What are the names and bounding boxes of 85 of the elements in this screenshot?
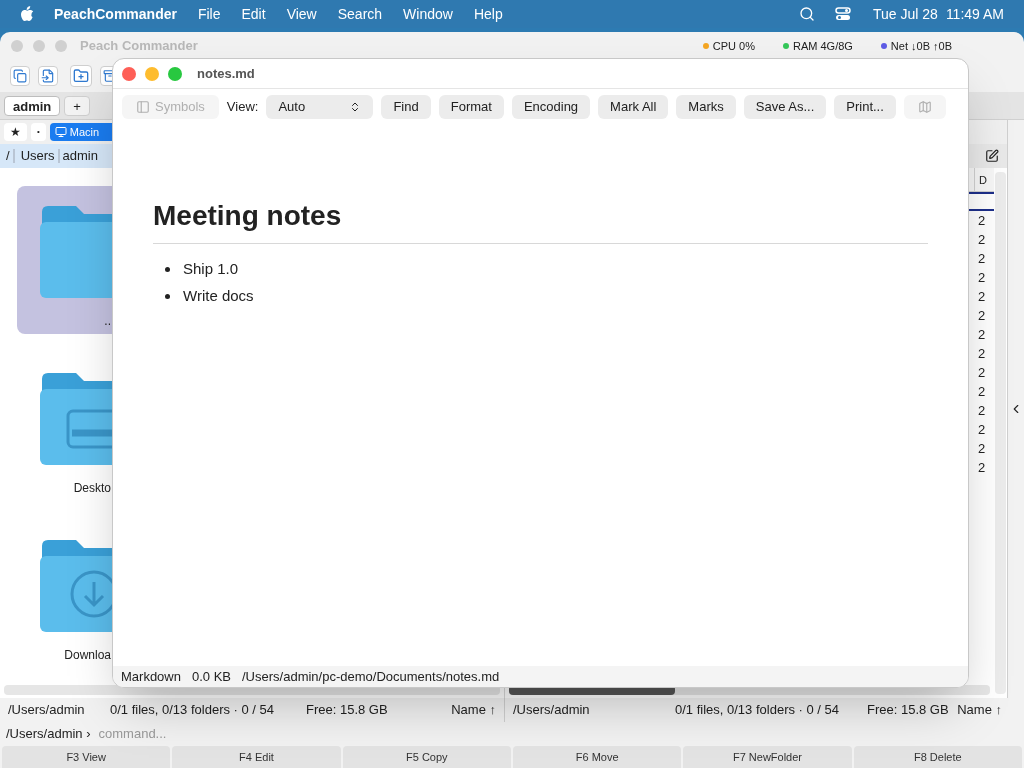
control-center-icon[interactable] [835,7,851,21]
command-field[interactable]: command... [98,724,1024,744]
bullet-icon [165,294,170,299]
toolbar-button[interactable]: Print... [834,95,896,119]
new-folder-icon[interactable] [70,65,92,87]
function-key-button[interactable]: F4 Edit [172,746,341,768]
free-space: Free: 15.8 GB [306,701,388,720]
function-key-button[interactable]: F7 NewFolder [683,746,852,768]
table-cell-text: 2 [977,326,987,344]
function-key-button[interactable]: F8 Delete [853,746,1022,768]
menu-item[interactable]: File [197,3,221,25]
breadcrumb-item[interactable]: Users [20,146,55,166]
favorites-button[interactable]: ★ [4,123,27,141]
free-space: Free: 15.8 GB [867,701,949,720]
toolbar-button[interactable]: Mark All [598,95,669,119]
table-cell-text: 2 [977,402,987,420]
status-path: /Users/admin [8,701,86,720]
menu-item[interactable]: View [286,3,317,25]
table-cell-text: 2 [977,212,987,230]
function-key-button[interactable]: F3 View [2,746,171,768]
function-key-button[interactable]: F6 Move [513,746,682,768]
tab[interactable]: admin [4,95,61,116]
table-cell-text: 2 [977,345,987,363]
edit-icon[interactable] [985,149,999,163]
copy-icon[interactable] [10,66,30,86]
move-icon[interactable] [38,66,58,86]
search-icon[interactable] [799,6,815,22]
menu-item[interactable]: Search [337,3,383,25]
file-name: Deskto [73,481,111,495]
command-prompt: /Users/admin › [6,725,91,744]
table-cell-text: 2 [977,383,987,401]
document-heading: Meeting notes [153,199,928,244]
breadcrumb-item[interactable]: / [6,146,10,166]
sort-order[interactable]: Name ↑ [957,700,1002,720]
toolbar-button[interactable]: Marks [676,95,736,119]
file-size: 0.0 KB [191,667,231,686]
sidebar-icon [136,100,150,114]
map-icon [917,100,932,114]
table-cell-text: 2 [977,459,987,477]
menu-bar-date[interactable]: Tue Jul 28 [873,3,938,25]
function-key-button[interactable]: F5 Copy [342,746,511,768]
table-cell-text: 2 [977,250,987,268]
status-counts: 0/1 files, 0/13 folders · 0 / 54 [110,701,276,720]
menu-item[interactable]: Window [403,3,453,25]
status-counts: 0/1 files, 0/13 folders · 0 / 54 [675,701,841,720]
table-cell-text: 2 [977,288,987,306]
sort-order[interactable]: Name ↑ [451,700,496,720]
table-cell-text: 2 [977,421,987,439]
bookmarks-dropdown[interactable]: • [31,123,46,141]
file-name: Downloa [64,648,111,662]
table-cell-text: 2 [977,269,987,287]
monitor-icon [54,126,67,138]
toolbar-button[interactable]: Encoding [511,95,591,119]
toolbar-button[interactable]: Save As... [743,95,827,119]
window-title: notes.md [197,64,255,83]
table-cell-text: 2 [977,231,987,249]
view-select[interactable]: Auto [266,95,374,119]
table-cell-text: 2 [977,307,987,325]
bullet-icon [165,267,170,272]
table-cell-text: 2 [977,364,987,382]
system-stat: CPU 0% [712,38,755,54]
menu-item[interactable]: Help [473,3,503,25]
toolbar-button[interactable]: Format [438,95,504,119]
file-format: Markdown [121,667,181,686]
breadcrumb-item[interactable]: admin [62,146,98,166]
menu-item[interactable]: Edit [241,3,266,25]
file-name: .. [104,314,111,328]
window-title: Peach Commander [80,37,198,56]
bullet-text: Write docs [183,286,254,307]
table-cell-text: 2 [977,440,987,458]
window-control-icon[interactable] [122,66,136,81]
file-path: /Users/admin/pc-demo/Documents/notes.md [242,667,500,686]
app-name[interactable]: PeachCommander [54,3,177,25]
apple-icon[interactable] [20,6,34,22]
system-stat: Net ↓0B ↑0B [890,38,952,54]
window-control-icon[interactable] [168,66,182,81]
toolbar-button[interactable]: Find [381,95,431,119]
system-stat: RAM 4G/8G [792,38,853,54]
bullet-text: Ship 1.0 [183,259,239,280]
menu-bar-time[interactable]: 11:49 AM [945,3,1004,25]
status-path: /Users/admin [513,701,591,720]
view-label: View: [226,98,259,117]
vertical-scrollbar[interactable] [995,172,1006,694]
column-header[interactable]: D [974,168,994,191]
tab[interactable]: + [64,95,90,116]
